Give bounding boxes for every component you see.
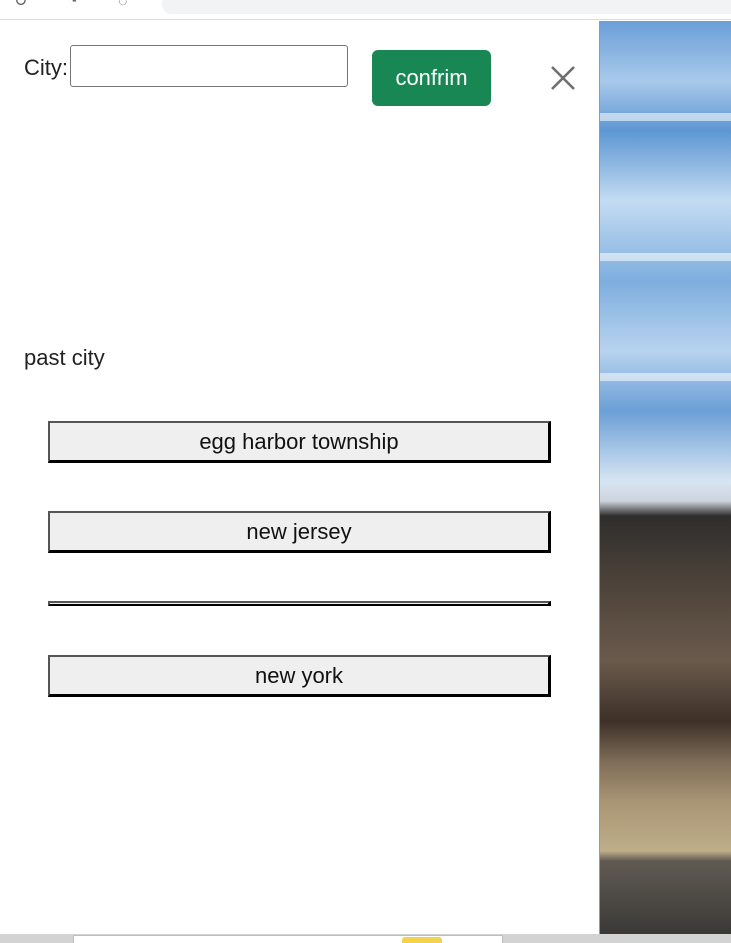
- past-city-button[interactable]: new jersey: [48, 511, 551, 553]
- browser-toolbar: ↻ ◔ ◌: [0, 0, 731, 20]
- past-city-heading: past city: [24, 345, 105, 370]
- city-input[interactable]: [70, 45, 348, 87]
- close-icon: [551, 66, 575, 90]
- past-city-button[interactable]: egg harbor township: [48, 421, 551, 463]
- confirm-button[interactable]: confrim: [372, 50, 491, 106]
- tile-graphic: [402, 937, 442, 943]
- past-city-button-empty[interactable]: [48, 601, 551, 606]
- cloud-streak: [600, 253, 731, 261]
- past-city-list: egg harbor township new jersey new york: [48, 421, 551, 745]
- past-city-button[interactable]: new york: [48, 655, 551, 697]
- city-label: City:: [24, 55, 68, 80]
- close-button[interactable]: [548, 63, 578, 93]
- city-panel: City: confrim past city egg harbor towns…: [0, 21, 599, 934]
- cloud-streak: [600, 373, 731, 381]
- address-bar[interactable]: [162, 0, 731, 14]
- browser-nav-icons: ↻ ◔ ◌: [14, 0, 146, 10]
- bottom-taskbar: [0, 934, 731, 943]
- taskbar-tile[interactable]: [73, 935, 503, 943]
- background-photo: [599, 21, 731, 934]
- cloud-streak: [600, 113, 731, 121]
